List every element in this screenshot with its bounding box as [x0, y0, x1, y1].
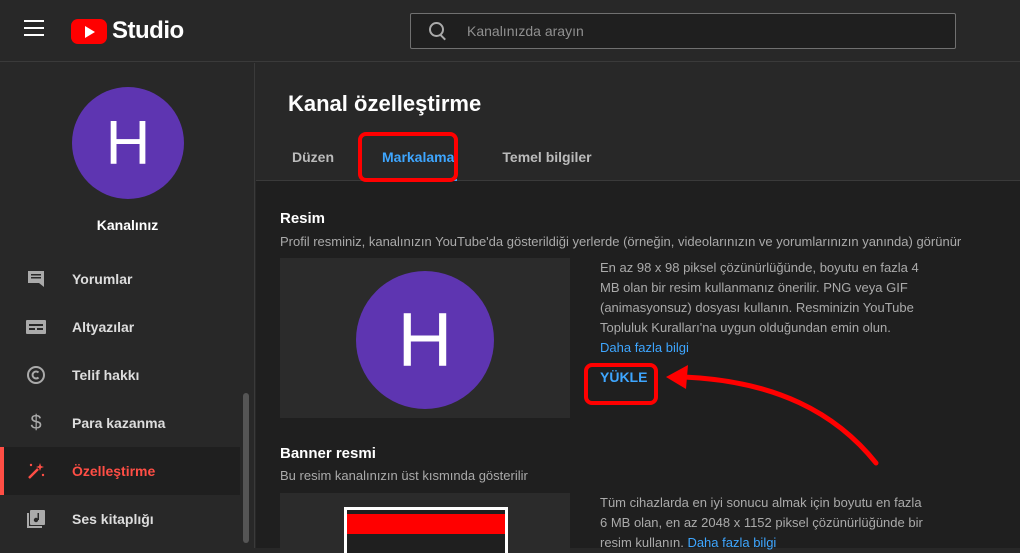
search-icon[interactable]	[429, 22, 447, 40]
music-library-icon	[24, 507, 48, 531]
comment-icon	[24, 267, 48, 291]
tab-layout[interactable]: Düzen	[280, 139, 346, 175]
page-title: Kanal özelleştirme	[288, 91, 482, 116]
picture-section-title: Resim	[280, 210, 326, 227]
banner-info-line: Tüm cihazlarda en iyi sonucu almak için …	[600, 495, 922, 510]
banner-image	[347, 514, 505, 534]
banner-info-line-last: resim kullanın. Daha fazla bilgi	[600, 533, 930, 553]
banner-section-desc: Bu resim kanalınızın üst kısmında göster…	[280, 468, 528, 483]
picture-info-line: Topluluk Kuralları'na uygun olduğundan e…	[600, 320, 891, 335]
sidebar-item-label: Telif hakkı	[72, 367, 140, 383]
banner-preview	[280, 493, 570, 553]
banner-info: Tüm cihazlarda en iyi sonucu almak için …	[600, 493, 930, 553]
sidebar-item-label: Yorumlar	[72, 271, 133, 287]
sidebar-scrollbar[interactable]	[243, 393, 249, 543]
picture-section-desc: Profil resminiz, kanalınızın YouTube'da …	[280, 234, 962, 249]
hamburger-menu-icon[interactable]	[24, 20, 46, 40]
picture-info-line: En az 98 x 98 piksel çözünürlüğünde, boy…	[600, 260, 919, 275]
top-bar: Studio	[0, 0, 1020, 62]
youtube-studio-logo[interactable]: Studio	[71, 17, 184, 45]
sidebar-item-label: Altyazılar	[72, 319, 135, 335]
logo-text: Studio	[112, 17, 184, 44]
profile-picture-preview: H	[280, 258, 570, 418]
picture-learn-more-link[interactable]: Daha fazla bilgi	[600, 338, 930, 358]
main-content: Kanal özelleştirme Düzen Markalama Temel…	[256, 63, 1020, 553]
subtitles-icon	[24, 315, 48, 339]
channel-avatar[interactable]: H	[72, 87, 184, 199]
sidebar-nav: Yorumlar Altyazılar Telif hakkı $ Para k…	[0, 255, 240, 543]
channel-name: Kanalınız	[96, 217, 159, 233]
sidebar: H Kanalınız Yorumlar Altyazılar Telif ha…	[0, 63, 255, 548]
sidebar-item-copyright[interactable]: Telif hakkı	[0, 351, 240, 399]
picture-info-line: (animasyonsuz) dosyası kullanın. Resmini…	[600, 300, 914, 315]
sidebar-item-label: Ses kitaplığı	[72, 511, 154, 527]
sidebar-item-label: Özelleştirme	[72, 463, 156, 479]
banner-section-title: Banner resmi	[280, 445, 376, 462]
sidebar-item-audio-library[interactable]: Ses kitaplığı	[0, 495, 240, 543]
tab-highlight-box	[358, 132, 458, 182]
sidebar-item-monetization[interactable]: $ Para kazanma	[0, 399, 240, 447]
picture-info: En az 98 x 98 piksel çözünürlüğünde, boy…	[600, 258, 930, 358]
magic-wand-icon	[24, 459, 48, 483]
sidebar-item-label: Para kazanma	[72, 415, 166, 431]
sidebar-item-comments[interactable]: Yorumlar	[0, 255, 240, 303]
profile-avatar: H	[356, 271, 494, 409]
tab-basic-info[interactable]: Temel bilgiler	[490, 139, 603, 175]
page-header: Kanal özelleştirme Düzen Markalama Temel…	[256, 63, 1020, 182]
picture-info-line: MB olan bir resim kullanmanız önerilir. …	[600, 280, 908, 295]
search-box[interactable]	[410, 13, 956, 49]
sidebar-item-subtitles[interactable]: Altyazılar	[0, 303, 240, 351]
sidebar-item-customization[interactable]: Özelleştirme	[0, 447, 240, 495]
upload-highlight-box	[584, 363, 658, 405]
banner-frame	[344, 507, 508, 553]
dollar-icon: $	[30, 411, 42, 434]
copyright-icon	[24, 363, 48, 387]
banner-info-line: 6 MB olan, en az 2048 x 1152 piksel çözü…	[600, 515, 923, 530]
youtube-play-icon	[71, 18, 107, 44]
search-input[interactable]	[467, 23, 955, 39]
